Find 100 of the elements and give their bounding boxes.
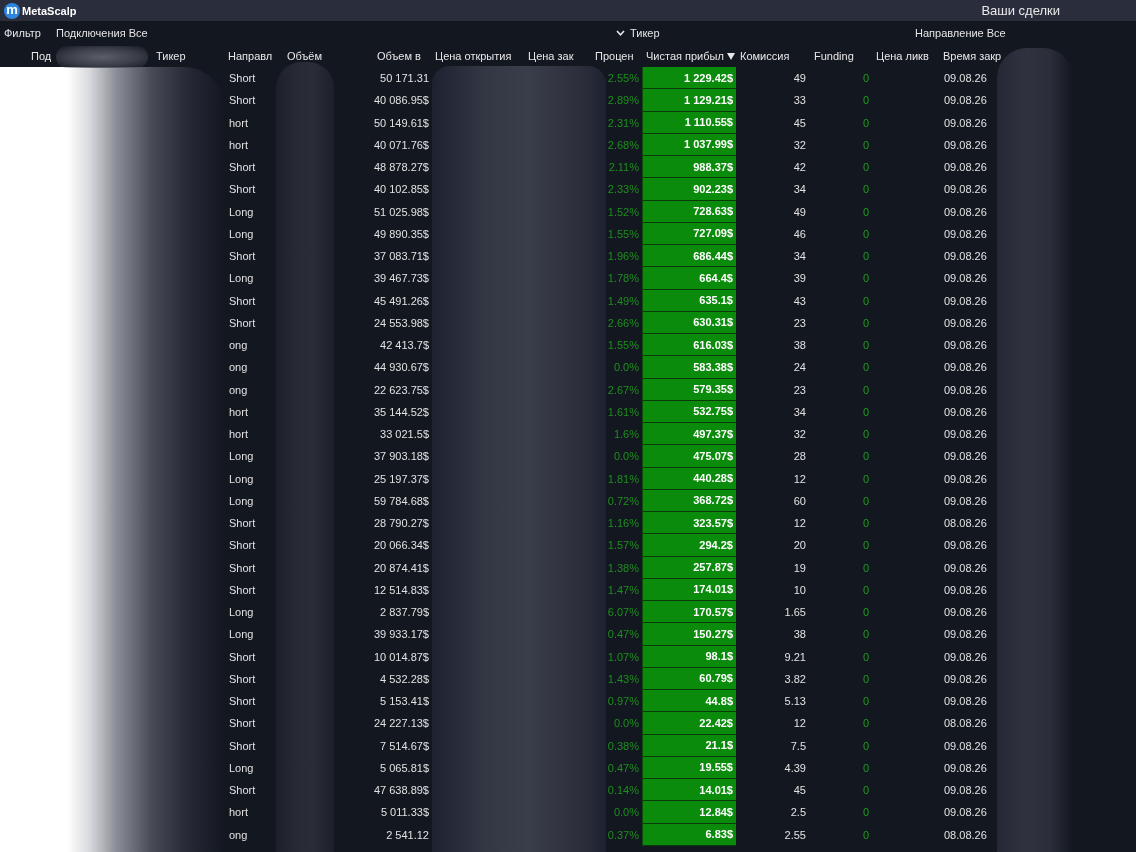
table-cell-text: 40 071.76$ bbox=[373, 137, 430, 153]
column-header[interactable]: Тикер bbox=[152, 50, 224, 62]
table-cell-text: Long bbox=[228, 226, 255, 242]
table-cell-text: 39 933.17$ bbox=[373, 627, 430, 643]
table-cell-text: 2.33% bbox=[606, 182, 640, 198]
table-cell-text: 2.55 bbox=[783, 827, 807, 843]
table-cell-text: Short bbox=[228, 783, 257, 799]
table-cell-text: 49 890.35$ bbox=[373, 226, 430, 242]
column-header[interactable]: Время закр bbox=[939, 50, 1136, 62]
table-cell-text: 09.08.26 bbox=[943, 783, 988, 799]
table-cell-text: 0.0% bbox=[612, 360, 640, 376]
table-cell-text: 09.08.26 bbox=[943, 160, 988, 176]
column-header[interactable]: Funding bbox=[810, 50, 872, 62]
filter-dropdown[interactable]: Тикер bbox=[616, 27, 660, 39]
table-cell-text: 34 bbox=[792, 249, 807, 265]
table-cell-text: 25 197.37$ bbox=[373, 471, 430, 487]
table-cell-text: Long bbox=[228, 605, 255, 621]
table-cell: 616.03$ bbox=[642, 334, 736, 357]
table-cell-text: 1.65 bbox=[783, 605, 807, 621]
table-cell-text: 32 bbox=[792, 427, 807, 443]
column-header[interactable]: Цена открытия bbox=[431, 50, 524, 62]
table-cell-text: 0 bbox=[861, 716, 870, 732]
column-header[interactable]: Чистая прибыл bbox=[642, 50, 736, 62]
table-cell-text: 0 bbox=[861, 471, 870, 487]
table-cell-text: 34 bbox=[792, 404, 807, 420]
column-header[interactable]: Цена зак bbox=[524, 50, 591, 62]
table-cell-text: 38 bbox=[792, 627, 807, 643]
table-cell: 12.84$ bbox=[642, 801, 736, 824]
table-cell: 902.23$ bbox=[642, 178, 736, 201]
table-cell-text: 09.08.26 bbox=[943, 760, 988, 776]
column-header[interactable]: Под bbox=[0, 50, 152, 62]
table-cell-text: 0 bbox=[861, 338, 870, 354]
table-cell-text: 0 bbox=[861, 182, 870, 198]
table-cell-text: 45 bbox=[792, 783, 807, 799]
table-cell: 1 037.99$ bbox=[642, 133, 736, 156]
table-cell-text: 0 bbox=[861, 605, 870, 621]
table-cell-text: 1.38% bbox=[606, 560, 640, 576]
table-cell-text: 0.47% bbox=[606, 627, 640, 643]
table-cell: 1 229.42$ bbox=[642, 67, 736, 90]
table-cell-text: 0 bbox=[861, 694, 870, 710]
table-cell: 257.87$ bbox=[642, 556, 736, 579]
filter-dropdown[interactable]: Направление Все bbox=[915, 27, 1006, 39]
table-cell: 19.55$ bbox=[642, 756, 736, 779]
table-cell: 635.1$ bbox=[642, 289, 736, 312]
table-cell-text: Short bbox=[228, 694, 257, 710]
table-cell-text: 1.16% bbox=[606, 516, 640, 532]
table-cell: 664.4$ bbox=[642, 267, 736, 290]
table-cell-text: 0 bbox=[861, 137, 870, 153]
table-cell-text: hort bbox=[228, 427, 249, 443]
table-cell-text: 40 102.85$ bbox=[373, 182, 430, 198]
table-cell-text: 2 837.79$ bbox=[379, 605, 430, 621]
table-cell-text: 60 bbox=[792, 493, 807, 509]
table-cell-text: 50 149.61$ bbox=[373, 115, 430, 131]
table-cell-text: 09.08.26 bbox=[943, 115, 988, 131]
table-cell-text: 2.89% bbox=[606, 93, 640, 109]
table-cell-text: Short bbox=[228, 649, 257, 665]
column-header[interactable]: Объём bbox=[283, 50, 373, 62]
table-cell-text: 35 144.52$ bbox=[373, 404, 430, 420]
table-cell-text: 0 bbox=[861, 249, 870, 265]
table-cell-text: 0 bbox=[861, 71, 870, 87]
column-header[interactable]: Цена ликв bbox=[872, 50, 939, 62]
table-cell-text: 46 bbox=[792, 226, 807, 242]
table-cell-text: 0 bbox=[861, 827, 870, 843]
table-cell-text: 09.08.26 bbox=[943, 449, 988, 465]
table-cell-text: 1.61% bbox=[606, 404, 640, 420]
table-cell-text: 09.08.26 bbox=[943, 582, 988, 598]
table-cell: 497.37$ bbox=[642, 423, 736, 446]
window-title: Ваши сделки bbox=[981, 3, 1060, 18]
table-cell: 6.83$ bbox=[642, 823, 736, 846]
table-cell: 630.31$ bbox=[642, 311, 736, 334]
table-cell-text: 7.5 bbox=[789, 738, 807, 754]
table-cell-text: 5 153.41$ bbox=[379, 694, 430, 710]
table-cell-text: 0 bbox=[861, 160, 870, 176]
table-cell-text: 2.55% bbox=[606, 71, 640, 87]
table-cell-text: Long bbox=[228, 271, 255, 287]
table-cell-text: 42 bbox=[792, 160, 807, 176]
filter-dropdown[interactable]: Подключения Все bbox=[56, 27, 148, 39]
table-cell-text: 5 011.33$ bbox=[379, 805, 430, 821]
table-cell: 98.1$ bbox=[642, 645, 736, 668]
column-header[interactable]: Объем в bbox=[373, 50, 431, 62]
table-cell-text: 0 bbox=[861, 649, 870, 665]
table-cell-text: 28 790.27$ bbox=[373, 516, 430, 532]
table-cell-text: 09.08.26 bbox=[943, 605, 988, 621]
table-cell-text: 37 083.71$ bbox=[373, 249, 430, 265]
table-cell-text: Long bbox=[228, 760, 255, 776]
table-cell-text: 09.08.26 bbox=[943, 427, 988, 443]
table-cell-text: 0 bbox=[861, 582, 870, 598]
column-header[interactable]: Направл bbox=[224, 50, 283, 62]
table-cell-text: 24 bbox=[792, 360, 807, 376]
column-header[interactable]: Комиссия bbox=[736, 50, 810, 62]
table-cell-text: 19 bbox=[792, 560, 807, 576]
table-cell-text: 08.08.26 bbox=[943, 716, 988, 732]
table-cell: 22.42$ bbox=[642, 712, 736, 735]
column-header[interactable]: Процен bbox=[591, 50, 642, 62]
table-cell-text: 1.81% bbox=[606, 471, 640, 487]
table-cell-text: 09.08.26 bbox=[943, 315, 988, 331]
filter-label: Фильтр bbox=[4, 27, 42, 39]
table-cell-text: 0.47% bbox=[606, 760, 640, 776]
table-cell-text: 5 065.81$ bbox=[379, 760, 430, 776]
table-cell-text: 0.0% bbox=[612, 716, 640, 732]
